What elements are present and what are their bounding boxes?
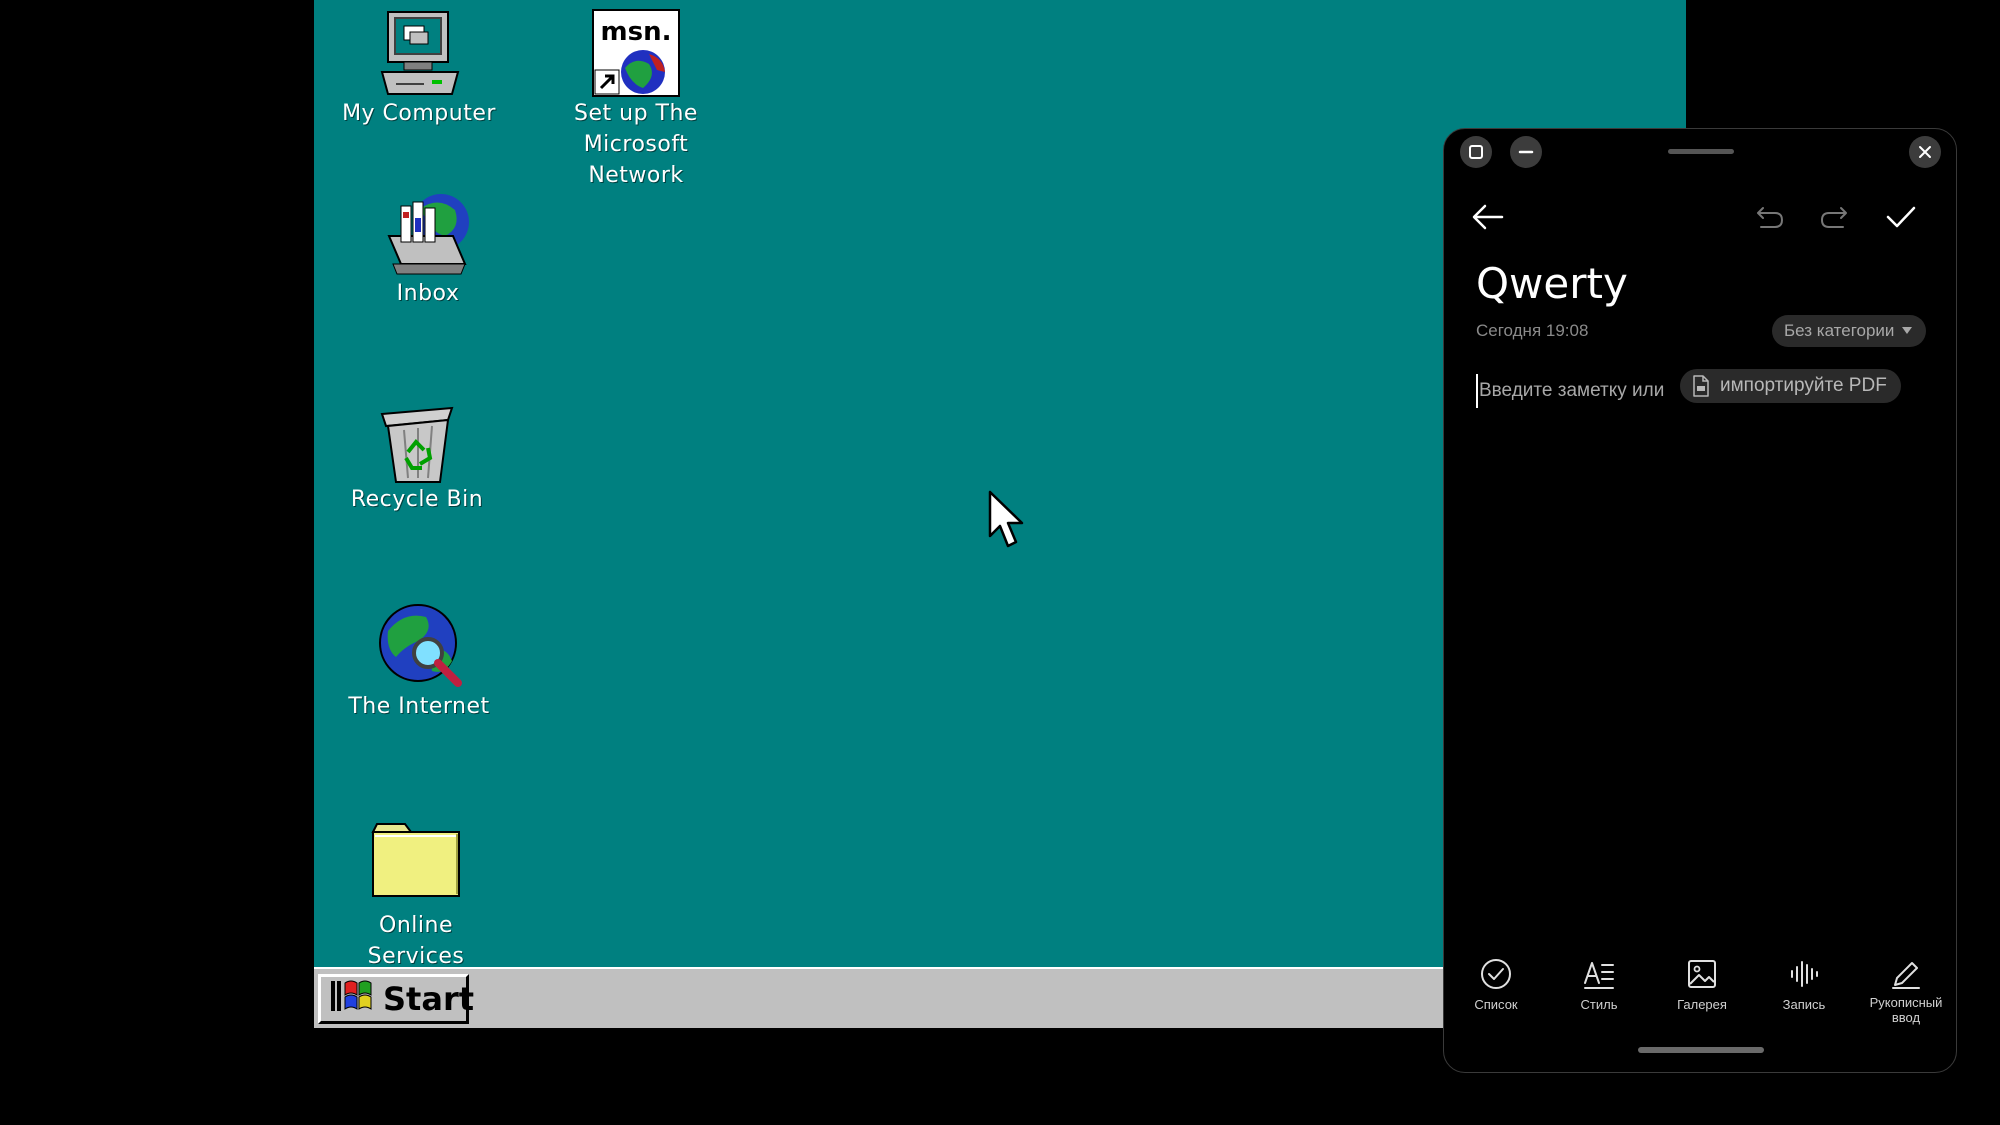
- checkmark-icon: [1886, 206, 1916, 228]
- minimize-button[interactable]: [1510, 136, 1542, 168]
- checklist-icon: [1481, 959, 1511, 989]
- undo-button[interactable]: [1750, 197, 1790, 237]
- toolbar-gallery-button[interactable]: Галерея: [1652, 957, 1752, 1012]
- pdf-file-icon: [1693, 375, 1709, 397]
- internet-globe-icon: [374, 601, 464, 691]
- redo-button[interactable]: [1814, 197, 1854, 237]
- close-icon: [1919, 146, 1931, 158]
- toolbar-label: Рукописный: [1869, 995, 1943, 1010]
- desktop-icon-online-services[interactable]: Online Services: [316, 820, 516, 972]
- gallery-icon: [1688, 960, 1716, 988]
- msn-icon: msn.: [591, 8, 681, 98]
- back-arrow-icon: [1472, 204, 1504, 230]
- toolbar-label: Запись: [1782, 997, 1826, 1012]
- windows-logo-icon: [329, 977, 375, 1022]
- toolbar-label: Список: [1474, 997, 1518, 1012]
- maximize-button[interactable]: [1460, 136, 1492, 168]
- note-toolbar: Список Стиль Галерея Запись Рукописный в…: [1444, 957, 1956, 1037]
- desktop-icon-label: Inbox: [396, 281, 460, 306]
- back-button[interactable]: [1468, 197, 1508, 237]
- desktop-icon-label: Recycle Bin: [350, 487, 484, 512]
- desktop-icon-label: Network: [588, 163, 684, 188]
- undo-icon: [1757, 207, 1783, 228]
- msn-logo-text: msn.: [601, 17, 672, 47]
- desktop-icon-label: My Computer: [342, 101, 496, 126]
- note-title[interactable]: Qwerty: [1476, 259, 1628, 308]
- toolbar-style-button[interactable]: Стиль: [1549, 957, 1649, 1012]
- my-computer-icon: [374, 8, 464, 98]
- handwriting-icon: [1892, 962, 1920, 989]
- home-indicator-bar[interactable]: [1638, 1047, 1764, 1053]
- close-button[interactable]: [1909, 136, 1941, 168]
- desktop-icon-label: Microsoft: [583, 132, 689, 157]
- note-date: Сегодня 19:08: [1476, 321, 1589, 340]
- import-pdf-label: импортируйте PDF: [1720, 375, 1887, 396]
- window-drag-handle[interactable]: [1668, 149, 1734, 154]
- desktop-icon-the-internet[interactable]: The Internet: [319, 601, 519, 722]
- recycle-bin-icon: [372, 394, 462, 484]
- toolbar-handwriting-button[interactable]: Рукописный ввод: [1856, 957, 1956, 1025]
- dropdown-triangle-icon: [1902, 327, 1913, 334]
- folder-icon: [371, 820, 461, 910]
- toolbar-record-button[interactable]: Запись: [1754, 957, 1854, 1012]
- toolbar-checklist-button[interactable]: Список: [1446, 957, 1546, 1012]
- toolbar-label: Галерея: [1677, 997, 1727, 1012]
- desktop-icon-label: The Internet: [348, 694, 490, 719]
- redo-icon: [1821, 207, 1847, 228]
- desktop-icon-inbox[interactable]: Inbox: [328, 188, 528, 309]
- save-button[interactable]: [1881, 197, 1921, 237]
- desktop-icon-my-computer[interactable]: My Computer: [319, 8, 519, 129]
- toolbar-label: ввод: [1891, 1010, 1921, 1025]
- desktop-icon-label: Online: [379, 913, 453, 938]
- import-pdf-button[interactable]: импортируйте PDF: [1680, 369, 1901, 403]
- desktop-icon-recycle-bin[interactable]: Recycle Bin: [317, 394, 517, 515]
- category-label: Без категории: [1784, 321, 1895, 340]
- text-style-icon: [1584, 962, 1614, 989]
- minimize-icon: [1518, 150, 1534, 154]
- category-dropdown[interactable]: Без категории: [1772, 315, 1927, 347]
- mouse-cursor-icon: [988, 490, 1024, 548]
- inbox-icon: [383, 188, 473, 278]
- toolbar-label: Стиль: [1580, 997, 1618, 1012]
- start-button[interactable]: Start: [318, 974, 474, 1024]
- desktop-icon-label: Set up The: [574, 101, 698, 126]
- audio-record-icon: [1791, 961, 1818, 987]
- maximize-icon: [1469, 145, 1483, 159]
- desktop-icon-msn[interactable]: msn. Set up The Microsoft Network: [536, 8, 736, 191]
- notes-window: Qwerty Сегодня 19:08 Без категории импор…: [1443, 128, 1957, 1073]
- start-label: Start: [383, 980, 475, 1018]
